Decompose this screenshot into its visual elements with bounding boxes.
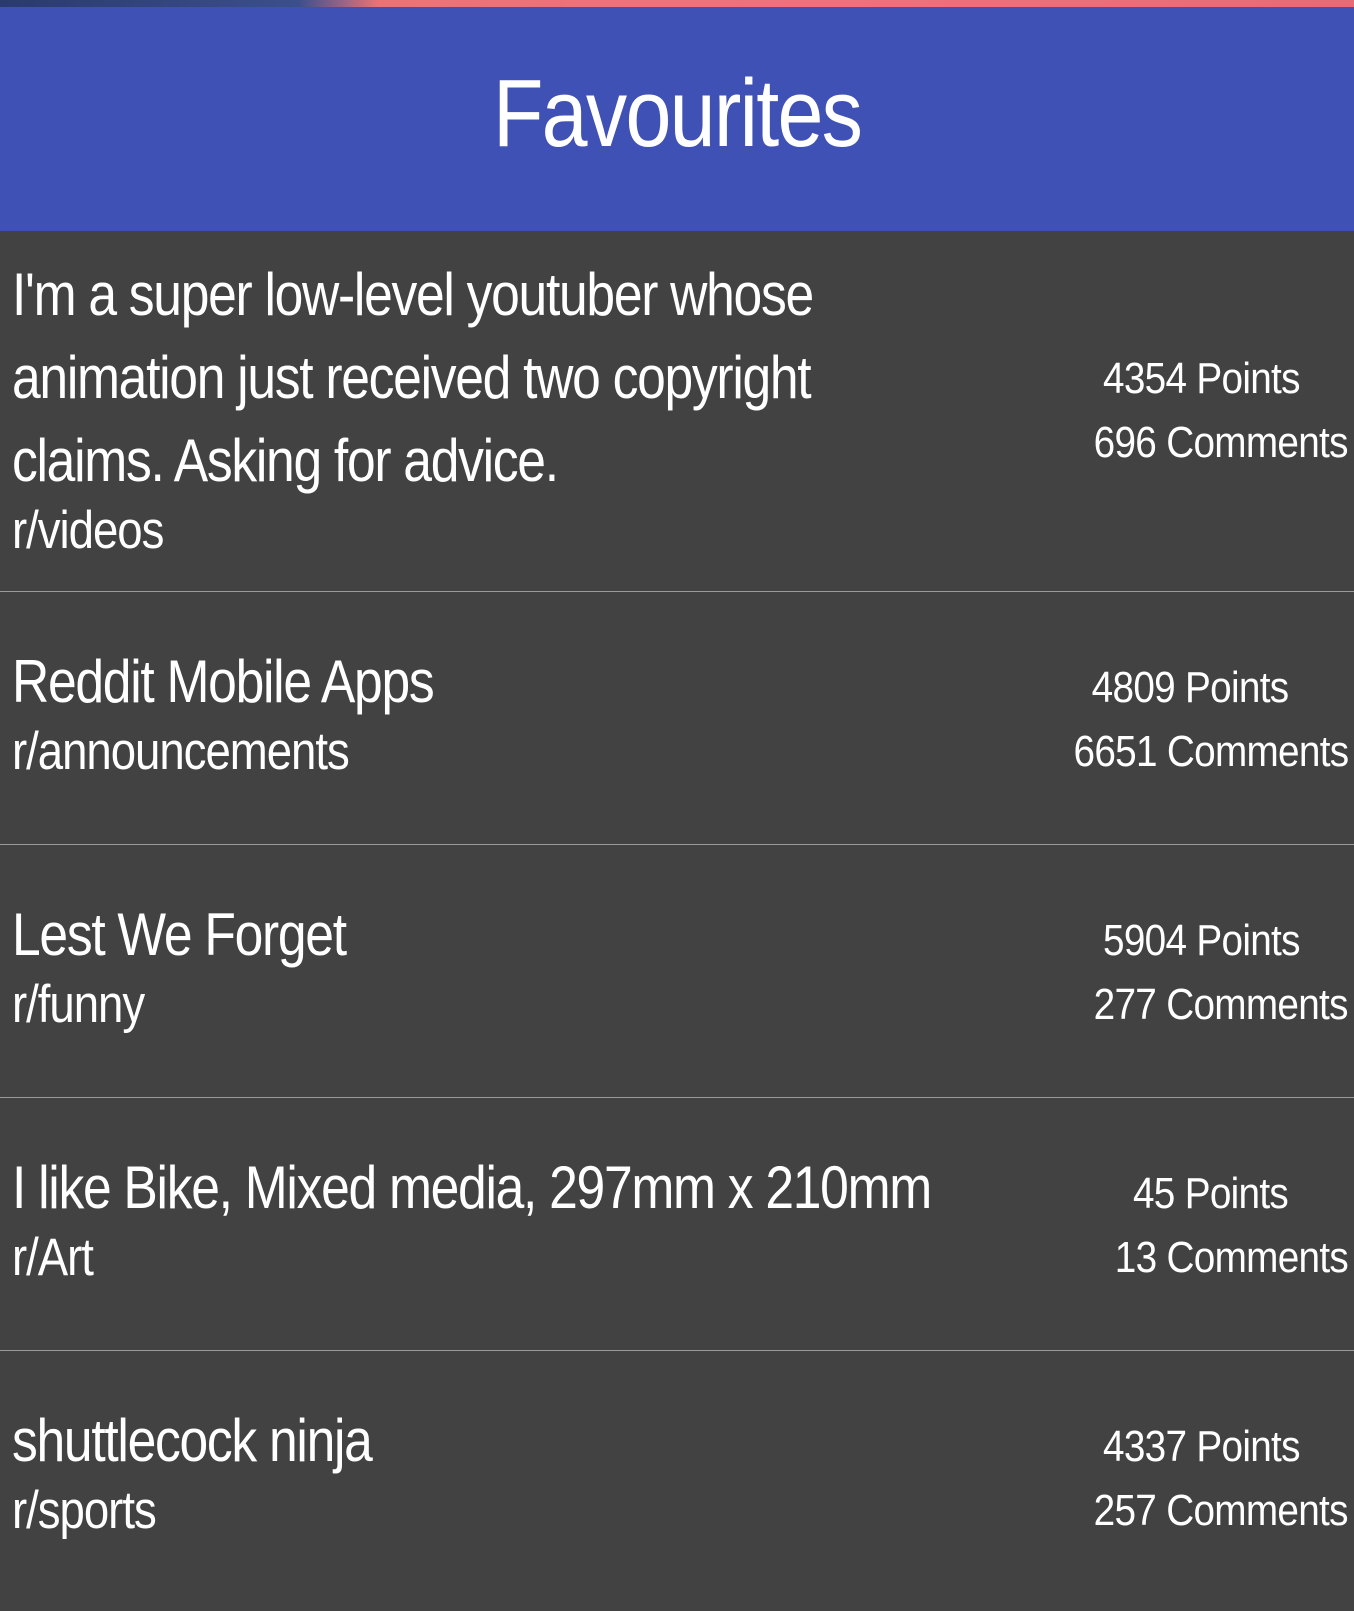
favourites-list: I'm a super low-level youtuber whose ani… [0,231,1354,1611]
post-points: 45 Points [1132,1169,1289,1218]
post-points: 4354 Points [1103,354,1300,403]
page-title: Favourites [492,60,863,167]
post-points: 4337 Points [1103,1422,1300,1471]
list-item[interactable]: I like Bike, Mixed media, 297mm x 210mm … [0,1098,1354,1351]
post-stats: 4337 Points 257 Comments [1059,1415,1349,1543]
post-title: shuttlecock ninja [12,1407,373,1474]
list-item[interactable]: Lest We Forget r/funny 5904 Points 277 C… [0,845,1354,1098]
post-info: I like Bike, Mixed media, 297mm x 210mm … [12,1146,1042,1293]
post-points: 4809 Points [1091,663,1288,712]
list-item[interactable]: shuttlecock ninja r/sports 4337 Points 2… [0,1351,1354,1611]
post-stats: 5904 Points 277 Comments [1059,909,1349,1037]
post-subreddit: r/funny [12,975,145,1034]
post-info: shuttlecock ninja r/sports [12,1399,1042,1546]
list-item[interactable]: Reddit Mobile Apps r/announcements 4809 … [0,592,1354,845]
post-comments: 277 Comments [1093,980,1349,1029]
post-subreddit: r/sports [12,1481,157,1540]
app-header: Favourites [0,7,1354,231]
post-info: Lest We Forget r/funny [12,893,1042,1040]
post-subreddit: r/Art [12,1228,94,1287]
post-comments: 6651 Comments [1073,727,1349,776]
post-comments: 696 Comments [1093,418,1349,467]
post-comments: 13 Comments [1114,1233,1349,1282]
post-subreddit: r/videos [12,501,164,560]
post-stats: 45 Points 13 Comments [1083,1162,1349,1290]
post-subreddit: r/announcements [12,722,350,781]
list-item[interactable]: I'm a super low-level youtuber whose ani… [0,231,1354,592]
post-info: I'm a super low-level youtuber whose ani… [12,253,1042,566]
post-points: 5904 Points [1103,916,1300,965]
post-title: I like Bike, Mixed media, 297mm x 210mm [12,1154,932,1221]
post-title: Reddit Mobile Apps [12,648,435,715]
post-stats: 4354 Points 696 Comments [1059,347,1349,475]
post-stats: 4809 Points 6651 Comments [1036,656,1349,784]
header-image-strip [0,0,1354,7]
post-comments: 257 Comments [1093,1486,1349,1535]
post-info: Reddit Mobile Apps r/announcements [12,640,1042,787]
post-title: Lest We Forget [12,901,347,968]
post-title: I'm a super low-level youtuber whose ani… [12,261,814,494]
